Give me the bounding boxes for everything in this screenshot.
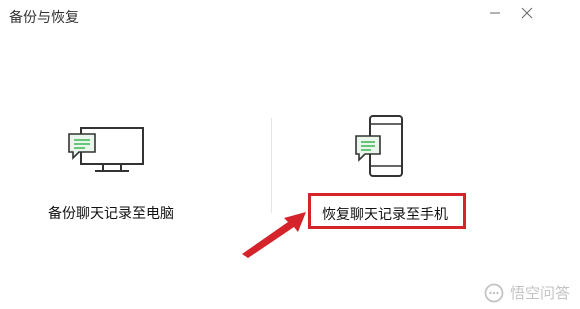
monitor-chat-icon bbox=[68, 127, 144, 172]
chat-bubble-icon bbox=[484, 283, 504, 302]
watermark-text: 悟空问答 bbox=[509, 284, 570, 302]
options-divider bbox=[271, 118, 272, 213]
window-title: 备份与恢复 bbox=[9, 10, 79, 26]
close-button[interactable] bbox=[514, 2, 540, 24]
backup-restore-window: 备份与恢复 备份聊天记录至电脑 恢复聊天记录至手机 悟空问答 bbox=[0, 0, 580, 309]
close-icon bbox=[521, 7, 533, 19]
minimize-icon bbox=[490, 12, 500, 14]
annotation-arrow-icon bbox=[242, 212, 306, 258]
phone-chat-icon bbox=[355, 115, 403, 177]
backup-to-pc-option[interactable]: 备份聊天记录至电脑 bbox=[30, 118, 220, 228]
restore-to-phone-option[interactable]: 恢复聊天记录至手机 bbox=[300, 108, 500, 238]
backup-to-pc-label: 备份聊天记录至电脑 bbox=[48, 206, 174, 222]
watermark: 悟空问答 bbox=[484, 282, 570, 303]
restore-to-phone-label: 恢复聊天记录至手机 bbox=[322, 207, 448, 223]
minimize-button[interactable] bbox=[482, 2, 508, 24]
